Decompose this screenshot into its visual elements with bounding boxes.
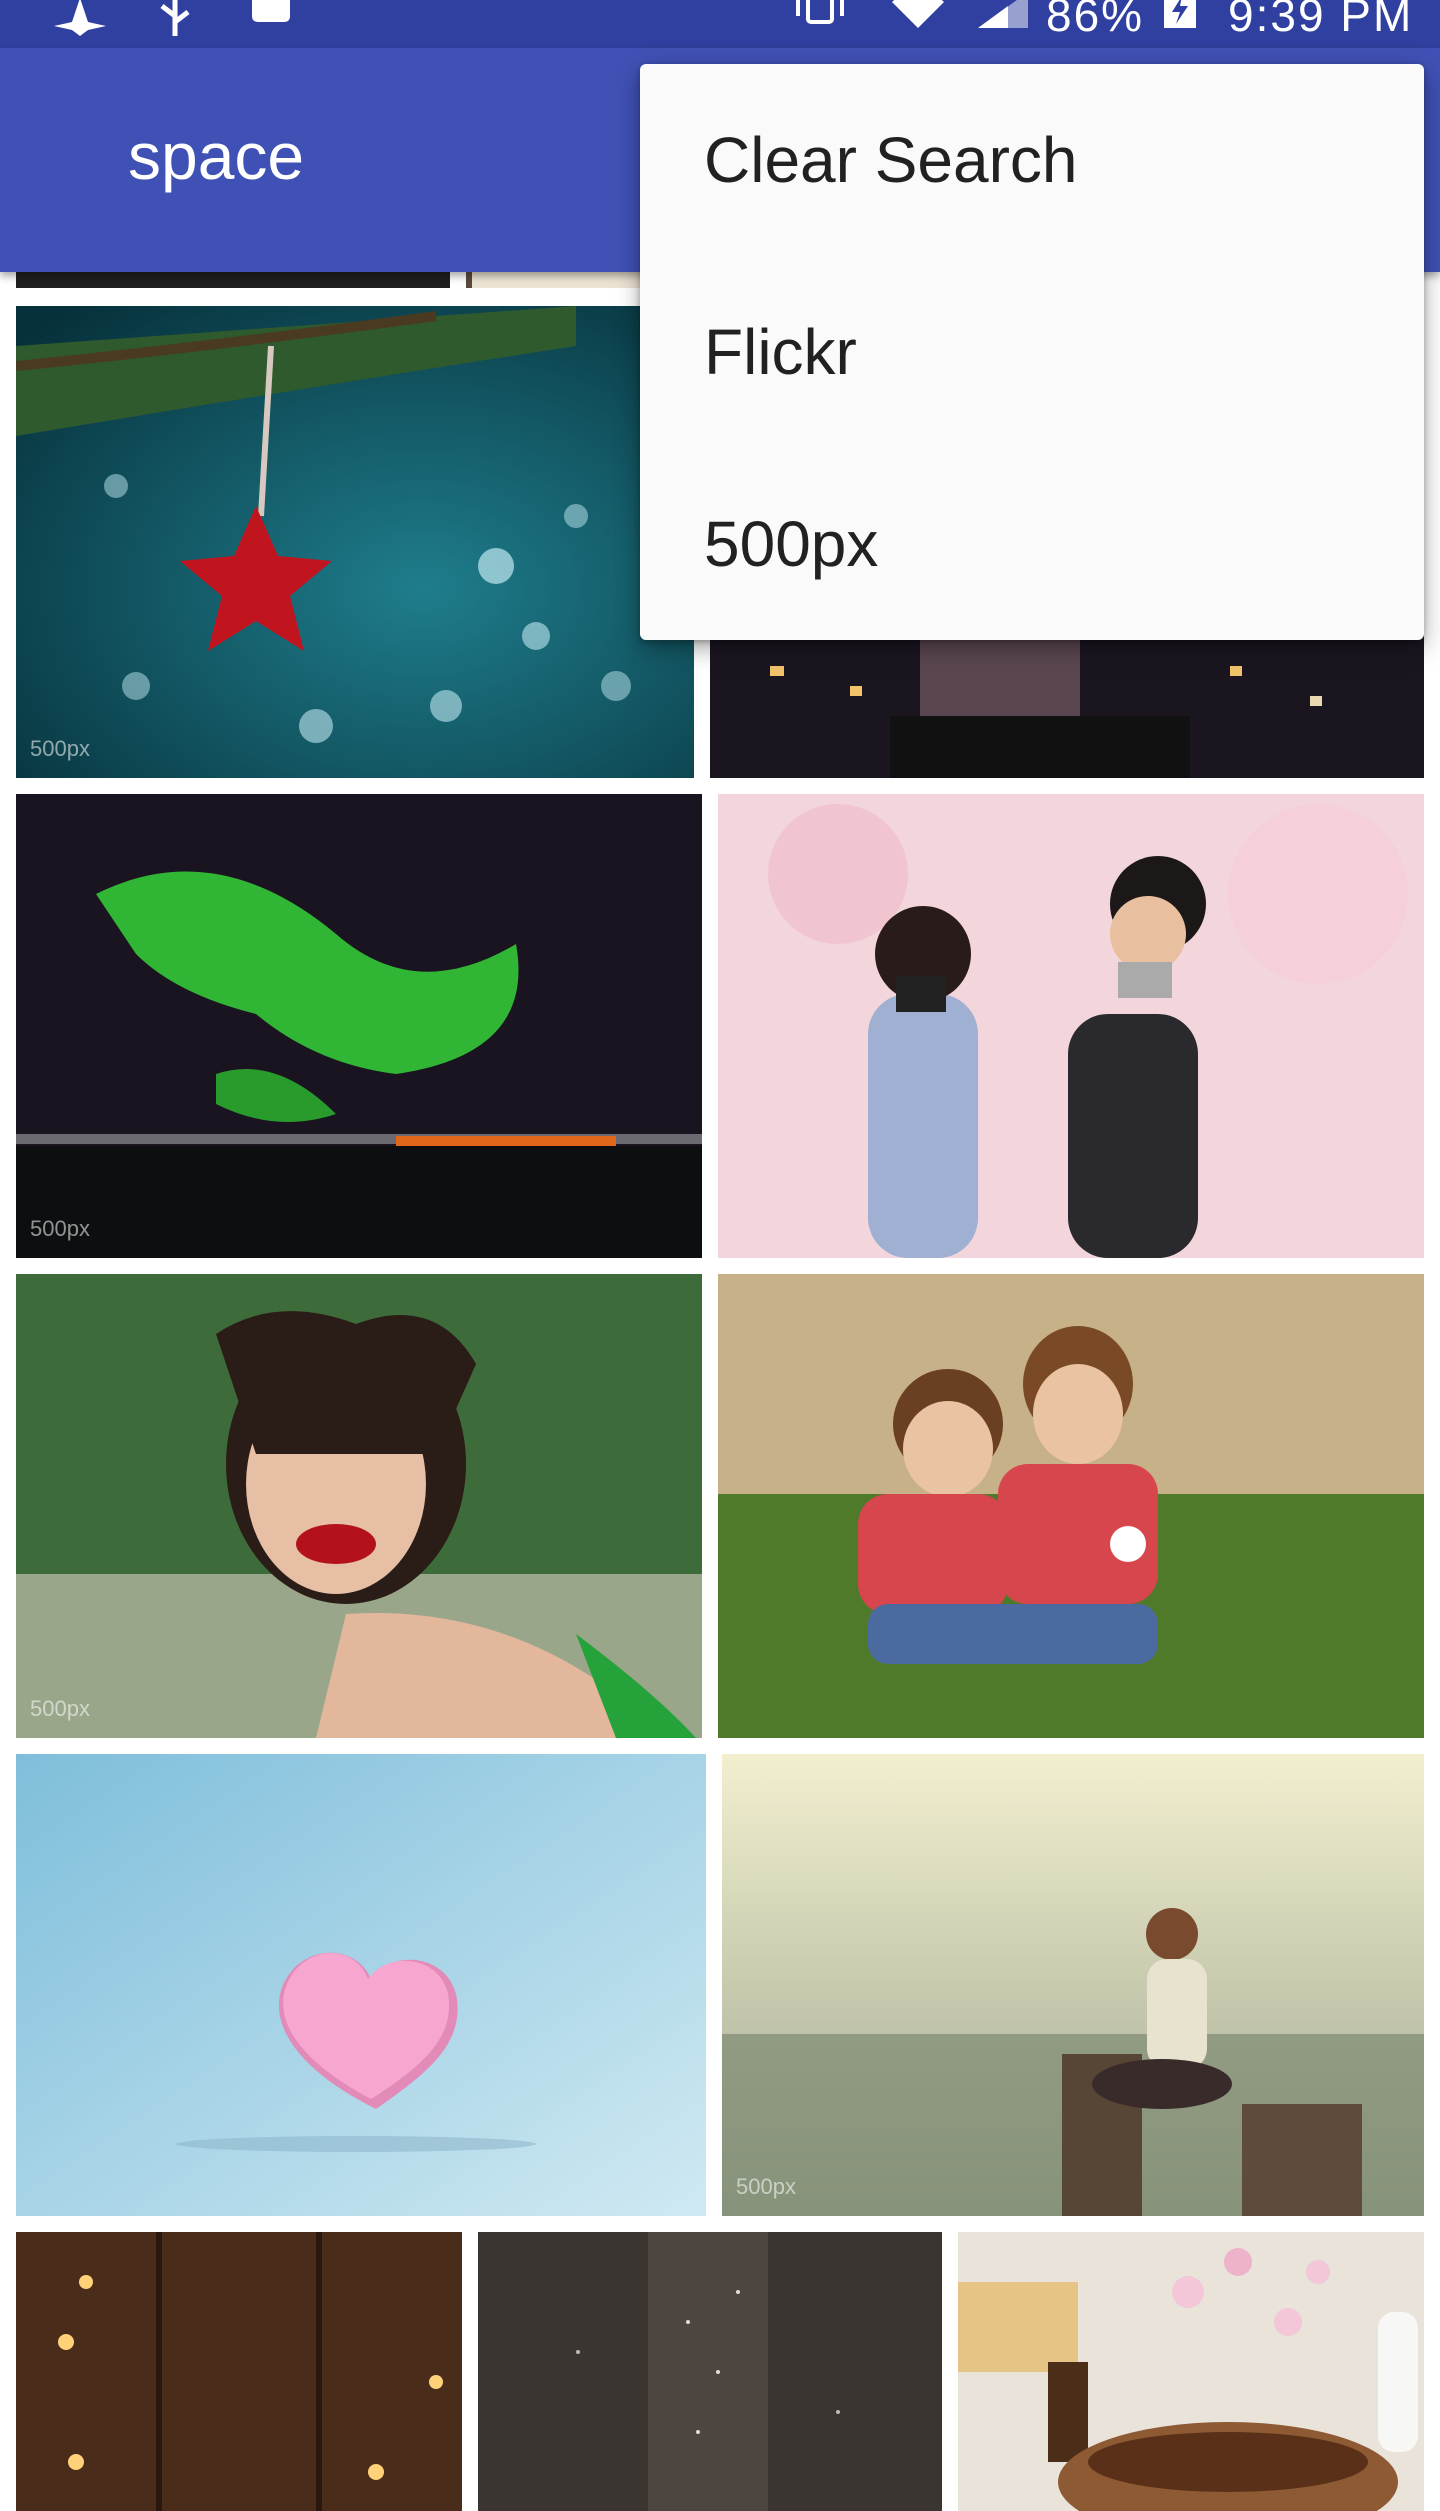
watermark-500px: 500px	[30, 736, 90, 761]
photo-tile[interactable]: 500px	[16, 1274, 702, 1738]
photo-spa-flowers	[958, 2232, 1424, 2511]
vibrate-icon	[796, 0, 844, 24]
status-bar: 86% 9:39 PM	[0, 0, 1440, 48]
photo-wood-fairy-lights	[16, 2232, 462, 2511]
signal-icon	[978, 0, 1028, 28]
photo-tile[interactable]	[16, 1754, 706, 2216]
android-icon	[252, 0, 290, 22]
overflow-menu: Clear Search Flickr 500px	[640, 64, 1424, 640]
app-title: space	[128, 119, 305, 193]
photo-couple-cameras	[718, 794, 1424, 1258]
watermark-500px: 500px	[30, 1696, 90, 1721]
photo-christmas-star-ornament: 500px	[16, 306, 694, 778]
photo-tile[interactable]	[718, 1274, 1424, 1738]
usb-icon	[160, 0, 190, 36]
photo-tile[interactable]: 500px	[16, 794, 702, 1258]
photo-woman-meditating: 500px	[722, 1754, 1424, 2216]
watermark-500px: 500px	[736, 2174, 796, 2199]
photo-rain-wood	[478, 2232, 942, 2511]
clock: 9:39 PM	[1228, 0, 1414, 41]
watermark-500px: 500px	[30, 1216, 90, 1241]
wifi-icon	[892, 0, 944, 28]
photo-pink-heart	[16, 1754, 706, 2216]
photo-tile[interactable]: 500px	[722, 1754, 1424, 2216]
photo-tile[interactable]	[16, 2232, 462, 2511]
battery-percent: 86%	[1046, 0, 1145, 41]
photo-tile[interactable]	[718, 794, 1424, 1258]
menu-item-clear-search[interactable]: Clear Search	[640, 64, 1424, 256]
menu-item-500px[interactable]: 500px	[640, 448, 1424, 640]
battery-charging-icon	[1164, 0, 1196, 28]
menu-item-flickr[interactable]: Flickr	[640, 256, 1424, 448]
photo-tile[interactable]: 500px	[16, 306, 694, 778]
photo-tile[interactable]	[478, 2232, 942, 2511]
photo-tile[interactable]	[958, 2232, 1424, 2511]
photo-aurora: 500px	[16, 794, 702, 1258]
photo-laughing-woman: 500px	[16, 1274, 702, 1738]
app-notification-icon	[54, 0, 106, 36]
photo-two-kids-grass	[718, 1274, 1424, 1738]
